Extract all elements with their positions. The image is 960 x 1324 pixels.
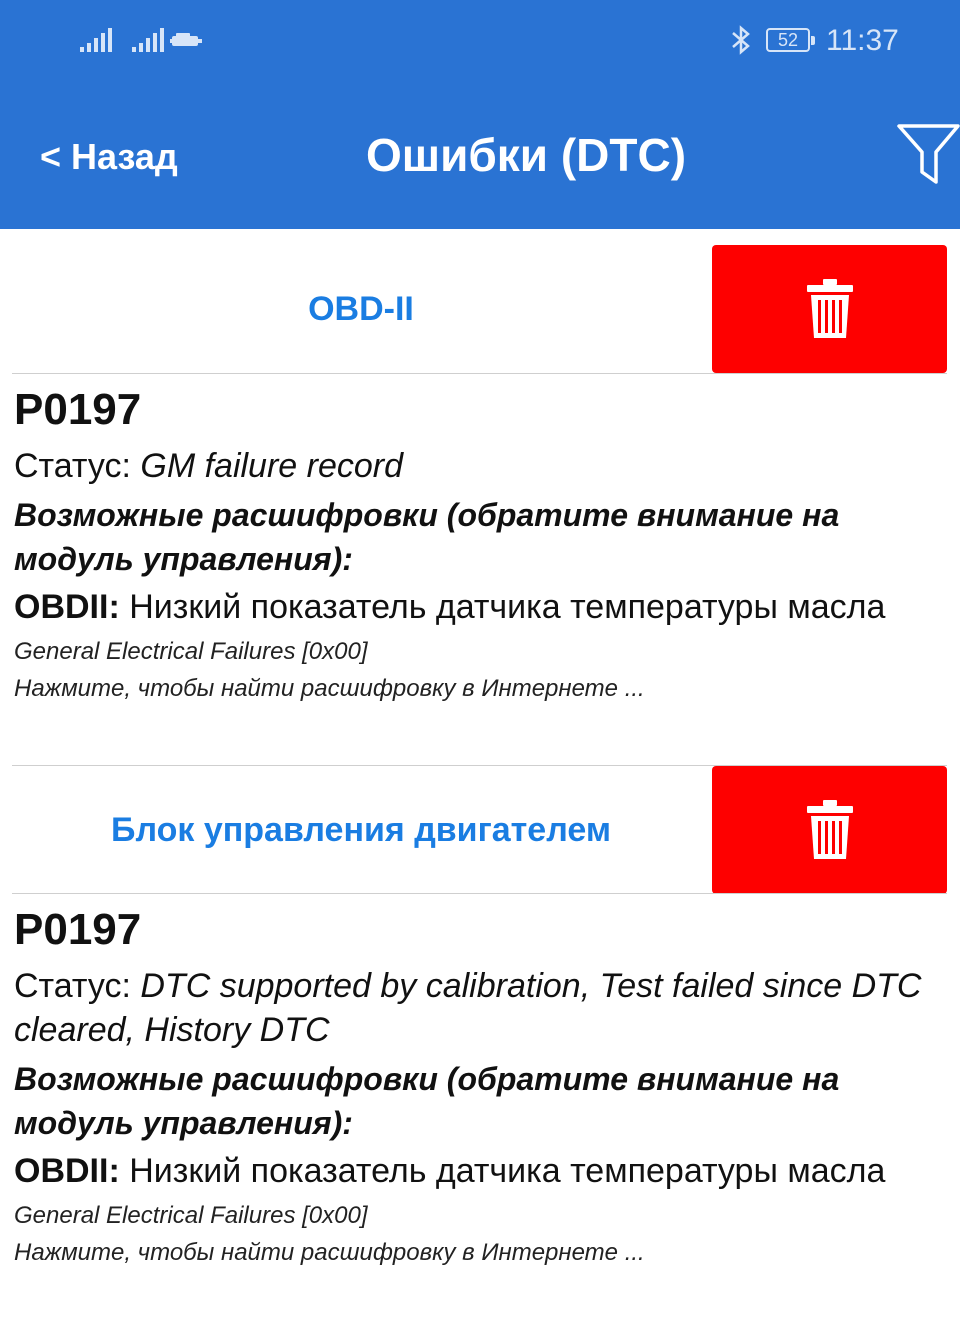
divider <box>12 373 947 374</box>
signal-icon <box>80 28 112 52</box>
page-title: Ошибки (DTC) <box>365 129 687 181</box>
dtc-entry[interactable]: P0197 Статус: GM failure record Возможны… <box>14 384 944 707</box>
failure-type: General Electrical Failures [0x00] <box>14 638 368 665</box>
status-bar: 52 11:37 <box>0 0 960 80</box>
failure-type: General Electrical Failures [0x00] <box>14 1202 368 1229</box>
status-prefix: Статус: <box>14 447 141 485</box>
delete-button[interactable] <box>712 766 947 894</box>
status-prefix: Статус: <box>14 967 141 1005</box>
obd-description: OBDII: Низкий показатель датчика темпера… <box>14 585 944 629</box>
divider <box>12 893 947 894</box>
filter-icon[interactable] <box>896 122 960 186</box>
obd-prefix: OBDII: <box>14 1152 120 1190</box>
obd-text: Низкий показатель датчика температуры ма… <box>119 1152 886 1190</box>
module-header: OBD-II <box>12 245 947 373</box>
app-bar: 52 11:37 < Назад Ошибки (DTC) <box>0 0 960 229</box>
trash-icon <box>806 279 853 338</box>
status-value: GM failure record <box>140 447 404 485</box>
dtc-code: P0197 <box>14 905 142 954</box>
battery-level: 52 <box>777 30 799 50</box>
clock: 11:37 <box>826 24 899 57</box>
possible-decodings-label: Возможные расшифровки (обратите внимание… <box>14 497 840 577</box>
bluetooth-icon <box>732 25 750 55</box>
module-label: Блок управления двигателем <box>111 810 611 849</box>
obd-description: OBDII: Низкий показатель датчика темпера… <box>14 1149 944 1193</box>
dtc-code: P0197 <box>14 385 142 434</box>
obd-prefix: OBDII: <box>14 588 120 626</box>
obd-text: Низкий показатель датчика температуры ма… <box>119 588 886 626</box>
module-header: Блок управления двигателем <box>12 766 947 894</box>
possible-decodings-label: Возможные расшифровки (обратите внимание… <box>14 1061 840 1141</box>
status-value: DTC supported by calibration, Test faile… <box>14 967 922 1049</box>
dtc-status: Статус: DTC supported by calibration, Te… <box>14 964 944 1052</box>
search-online-link[interactable]: Нажмите, чтобы найти расшифровку в Интер… <box>14 670 944 707</box>
delete-button[interactable] <box>712 245 947 373</box>
car-icon <box>170 33 202 46</box>
trash-icon <box>806 800 853 859</box>
dtc-status: Статус: GM failure record <box>14 444 944 488</box>
dtc-entry[interactable]: P0197 Статус: DTC supported by calibrati… <box>14 904 944 1271</box>
signal-icon <box>132 28 164 52</box>
module-label: OBD-II <box>308 289 414 328</box>
search-online-link[interactable]: Нажмите, чтобы найти расшифровку в Интер… <box>14 1234 944 1271</box>
battery-icon: 52 <box>766 28 815 52</box>
